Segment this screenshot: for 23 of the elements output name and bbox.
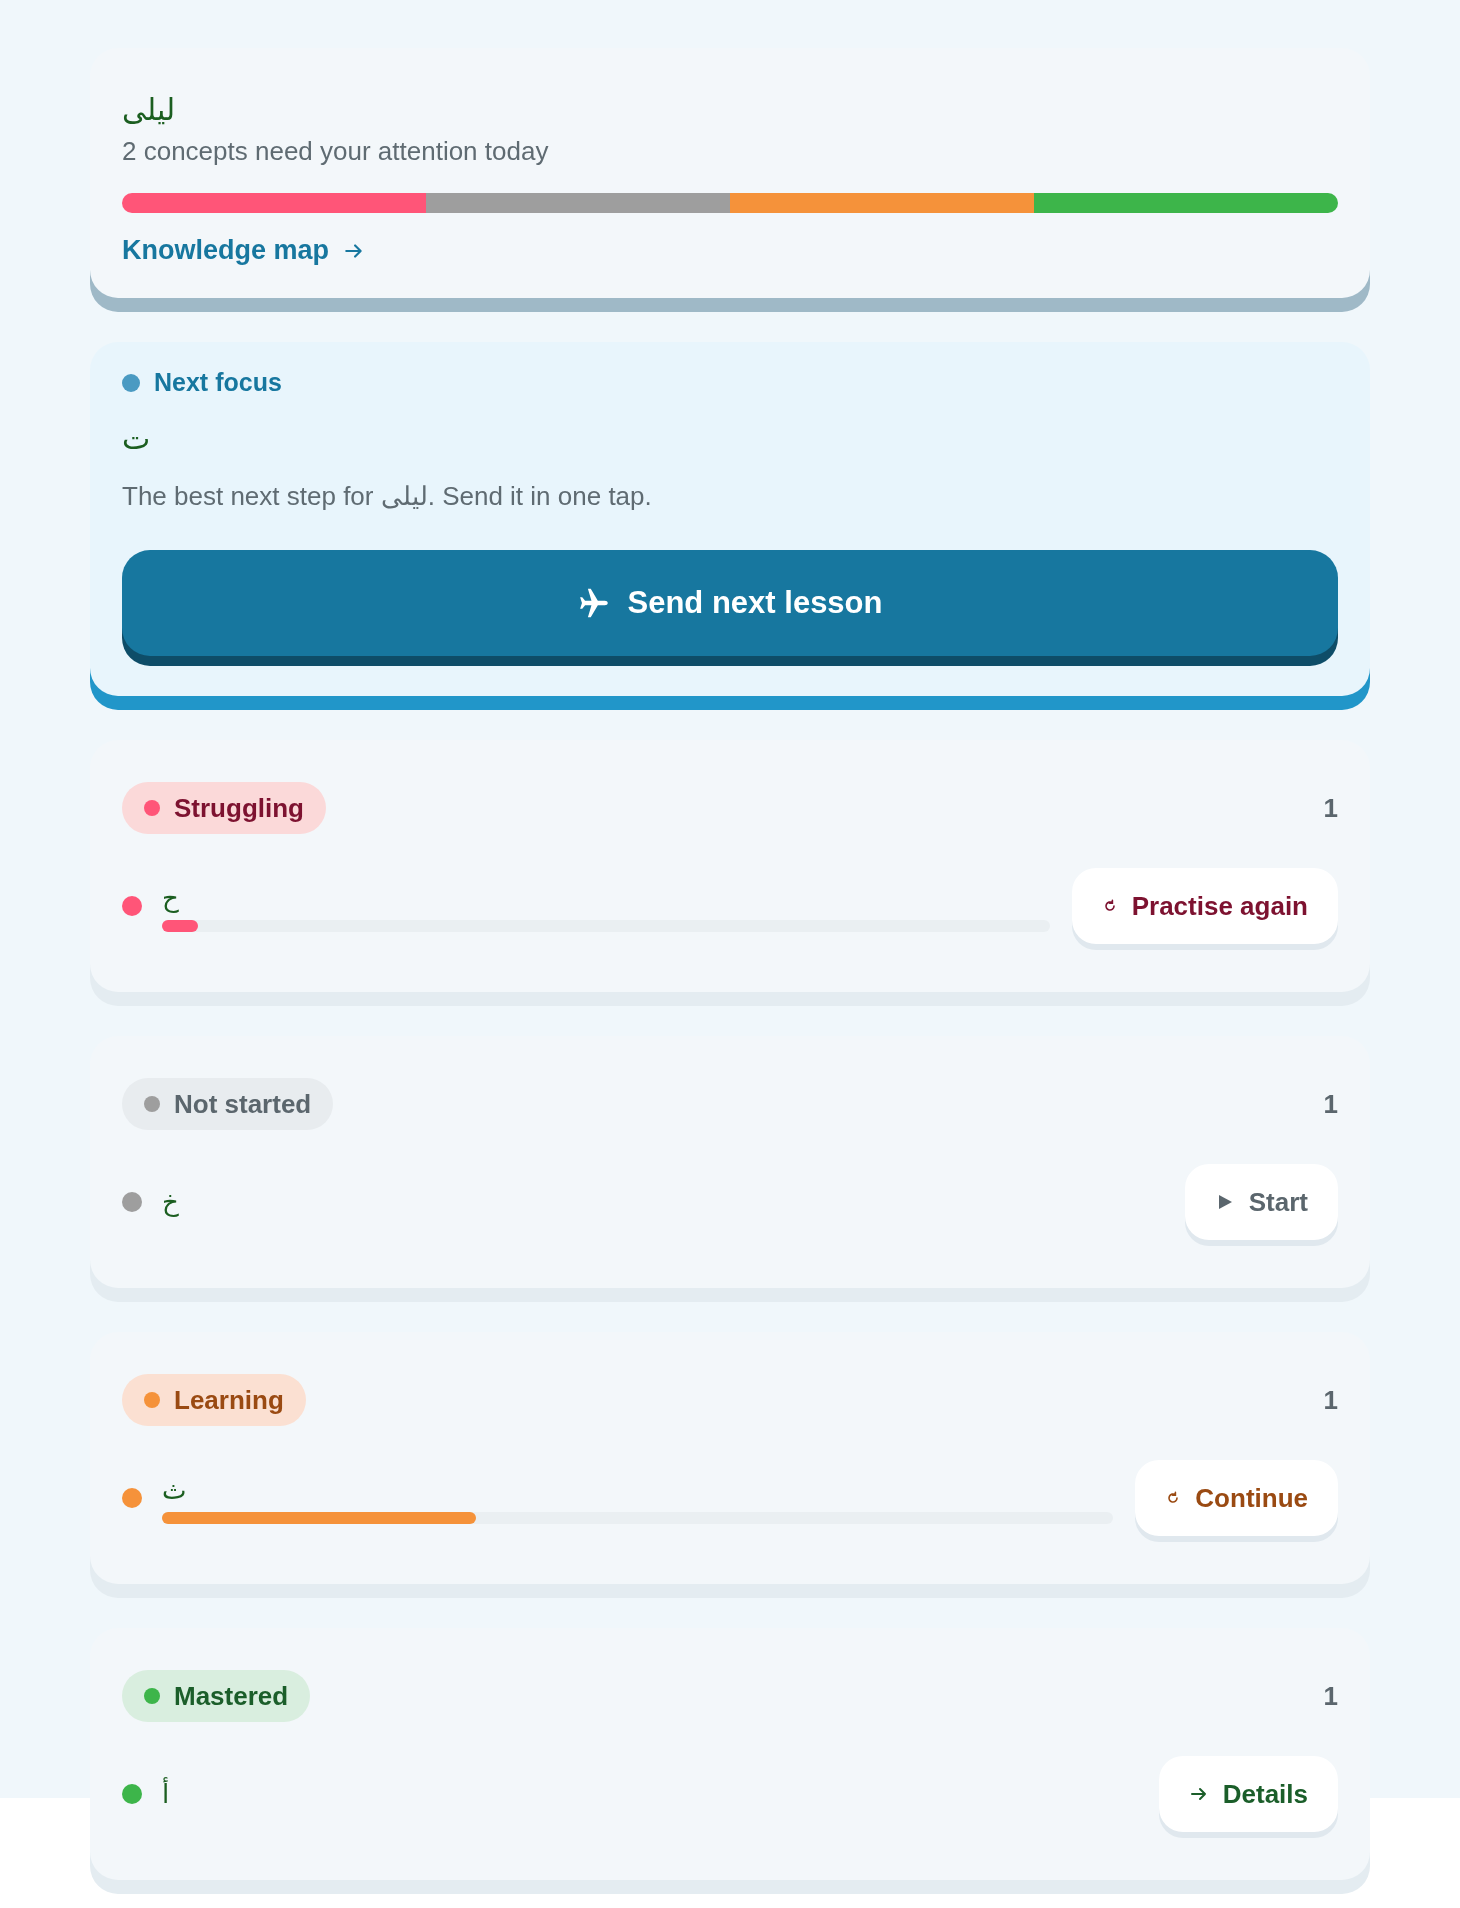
status-label: Not started: [174, 1088, 312, 1120]
concept-letter: أ: [162, 1776, 170, 1811]
concept-count: 1: [1323, 1384, 1338, 1416]
concept-count: 1: [1323, 1088, 1338, 1120]
subtitle: 2 concepts need your attention today: [122, 136, 550, 167]
status-dot: [122, 373, 140, 392]
focus-letter: ت: [122, 420, 152, 458]
concept-letter: ح: [162, 882, 179, 915]
status-dot: [122, 1784, 142, 1804]
status-label: Struggling: [174, 792, 304, 824]
status-label: Learning: [174, 1384, 284, 1416]
concept-letter: خ: [162, 1186, 179, 1219]
status-dot: [122, 896, 142, 916]
status-dot: [122, 1488, 142, 1508]
concept-count: 1: [1323, 1680, 1338, 1712]
learner-name: ليلى: [122, 91, 177, 129]
focus-description: The best next step for ليلى. Send it in one tap.: [122, 481, 653, 512]
concept-letter: ث: [162, 1474, 187, 1507]
knowledge-map-link[interactable]: Knowledge map: [122, 235, 366, 266]
focus-label: Next focus: [154, 368, 282, 397]
status-dot: [122, 1192, 142, 1212]
status-label: Mastered: [174, 1680, 289, 1712]
concept-count: 1: [1323, 792, 1338, 824]
